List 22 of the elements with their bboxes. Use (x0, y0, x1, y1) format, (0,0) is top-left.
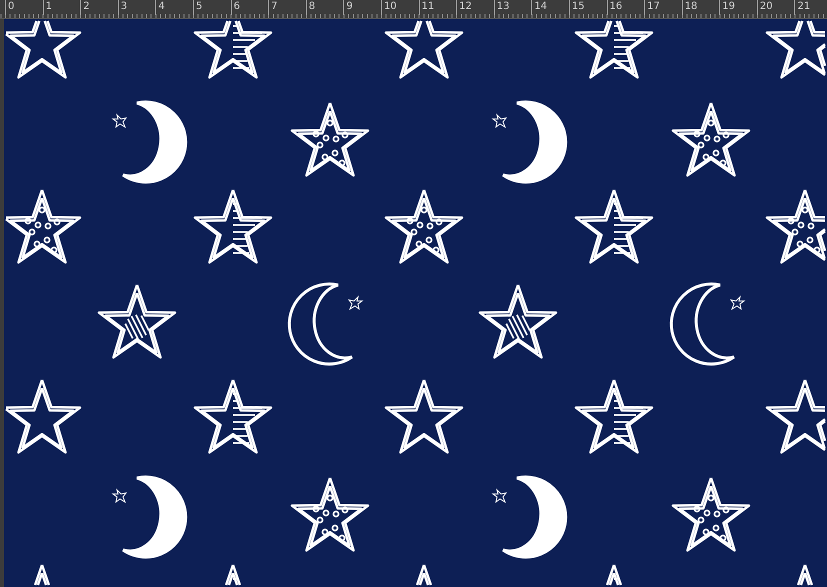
ruler-label: 8 (306, 0, 344, 15)
ruler-label: 4 (155, 0, 193, 15)
ruler-label: 17 (644, 0, 682, 15)
ruler-label: 6 (230, 0, 268, 15)
ruler-label: 19 (719, 0, 757, 15)
ruler-label: 10 (380, 0, 419, 15)
ruler-label: 1 (42, 0, 80, 15)
ruler-label: 14 (531, 0, 569, 15)
ruler-label: 13 (494, 0, 532, 15)
ruler-label: 3 (118, 0, 156, 15)
ruler-label: 21 (794, 0, 827, 15)
ruler-label: 11 (418, 0, 456, 15)
ruler-label: 16 (606, 0, 644, 15)
ruler-label: 7 (268, 0, 306, 15)
ruler-label: 5 (192, 0, 231, 15)
ruler-label: 2 (80, 0, 118, 15)
ruler-label: 18 (682, 0, 720, 15)
ruler-label: 15 (568, 0, 606, 15)
ruler-label: 20 (756, 0, 794, 15)
ruler-label: 0 (5, 0, 43, 15)
ruler-label: 12 (456, 0, 494, 15)
ruler-label: 9 (343, 0, 381, 15)
